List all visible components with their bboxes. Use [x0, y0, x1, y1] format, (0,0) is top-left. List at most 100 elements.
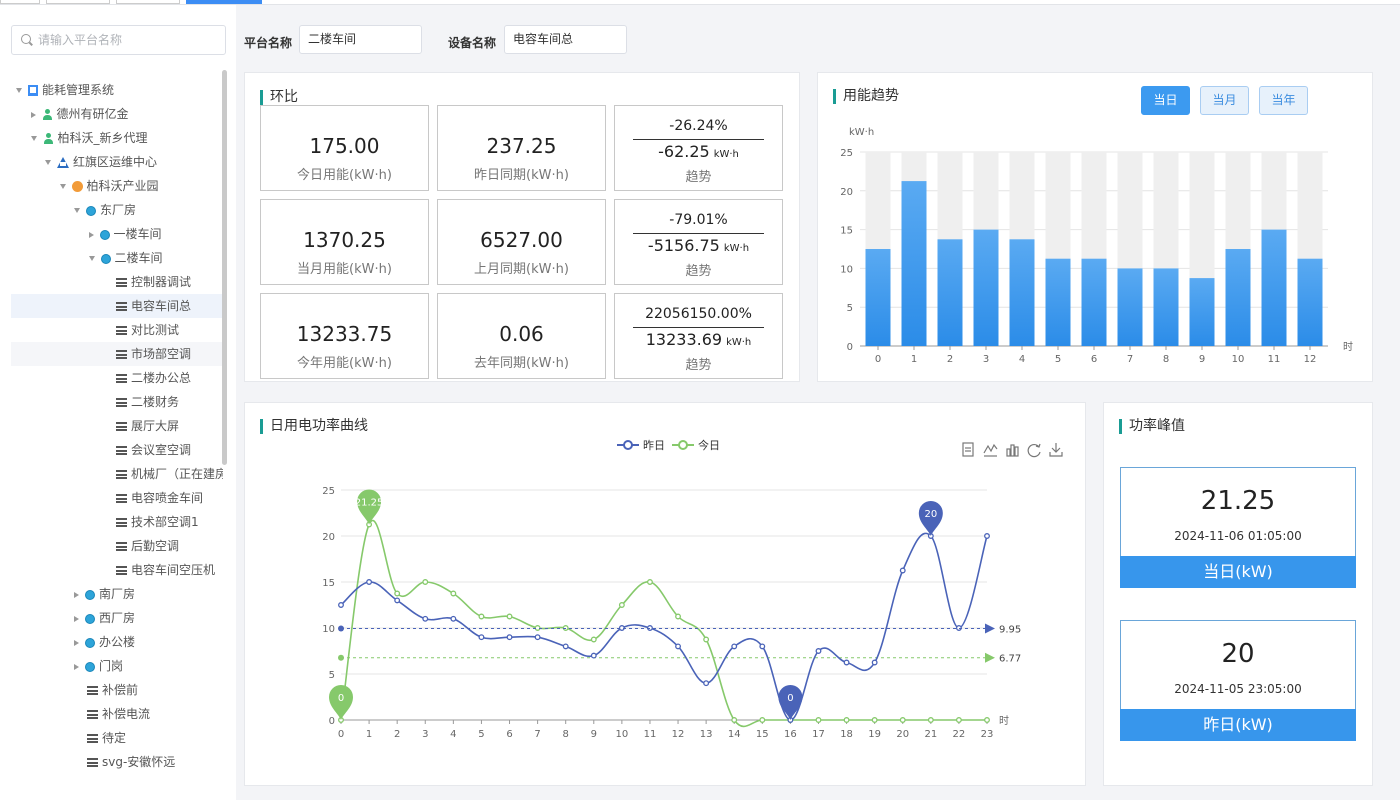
- hb-trend-label: 趋势: [685, 170, 712, 185]
- tree-node[interactable]: 补偿前: [11, 678, 223, 702]
- caret-down-icon[interactable]: [16, 88, 22, 93]
- series-point: [815, 648, 822, 654]
- tree-node[interactable]: 二楼办公总: [11, 366, 223, 390]
- bar: [1189, 278, 1215, 346]
- average-line-label: 9.95: [999, 624, 1021, 635]
- tree-node[interactable]: 展厅大屏: [11, 414, 223, 438]
- bar-x-tick: 8: [1163, 354, 1169, 365]
- park-icon: [71, 181, 83, 192]
- caret-right-icon[interactable]: [74, 615, 79, 622]
- trend-year-button[interactable]: 当年: [1259, 86, 1308, 115]
- caret-right-icon[interactable]: [74, 591, 79, 598]
- tree-node[interactable]: svg-安徽怀远: [11, 750, 223, 774]
- bar: [1297, 258, 1323, 346]
- search-icon: [21, 34, 31, 44]
- platform-search-input[interactable]: [38, 31, 218, 49]
- line-type-icon[interactable]: [983, 443, 998, 457]
- line-x-tick: 14: [728, 729, 741, 740]
- series-point: [366, 579, 373, 585]
- caret-right-icon[interactable]: [88, 231, 94, 238]
- sidebar-scrollbar[interactable]: [222, 70, 227, 465]
- device-icon: [87, 686, 98, 695]
- tree-node[interactable]: 补偿电流: [11, 702, 223, 726]
- bar-type-icon[interactable]: [1006, 444, 1019, 457]
- hb-trend-delta-value: 13233.69: [645, 330, 723, 349]
- data-view-icon[interactable]: [962, 442, 974, 457]
- tree-node[interactable]: 电容车间空压机: [11, 558, 223, 582]
- line-x-tick: 13: [700, 729, 713, 740]
- hb-trend-delta-value: -5156.75: [647, 236, 720, 255]
- device-icon: [116, 350, 127, 359]
- tree-node[interactable]: 西厂房: [11, 606, 223, 630]
- line-x-tick: 5: [478, 729, 484, 740]
- tree-node[interactable]: 对比测试: [11, 318, 223, 342]
- hb-current-label: 今年用能(kW·h): [297, 356, 392, 371]
- tree-node[interactable]: 办公楼: [11, 630, 223, 654]
- tree-node[interactable]: 电容喷金车间: [11, 486, 223, 510]
- series-point: [534, 634, 541, 641]
- restore-icon[interactable]: [1027, 443, 1041, 458]
- tree-node[interactable]: 控制器调试: [11, 270, 223, 294]
- line-x-tick: 20: [896, 729, 909, 740]
- tree-node-label: 办公楼: [99, 635, 136, 649]
- tree-node[interactable]: 市场部空调: [11, 342, 223, 366]
- tree-node[interactable]: 南厂房: [11, 582, 223, 606]
- bar: [1153, 268, 1179, 346]
- trend-day-button[interactable]: 当日: [1141, 86, 1190, 115]
- tree-node[interactable]: 二楼车间: [11, 246, 223, 270]
- device-icon: [116, 494, 127, 503]
- tree-node[interactable]: 机械厂（正在建房: [11, 462, 223, 486]
- tree-node[interactable]: 红旗区运维中心: [11, 150, 223, 174]
- legend-label: 今日: [698, 438, 720, 452]
- caret-down-icon[interactable]: [74, 208, 80, 213]
- hb-trend-delta-value: -62.25: [658, 142, 710, 161]
- pin-label: 0: [338, 693, 344, 704]
- tree-node[interactable]: 二楼财务: [11, 390, 223, 414]
- bar-x-tick: 11: [1268, 354, 1281, 365]
- series-line: [340, 520, 987, 728]
- device-name-label: 设备名称: [448, 36, 497, 50]
- series-point: [506, 634, 513, 641]
- platform-search[interactable]: [11, 25, 226, 55]
- tree-node[interactable]: 待定: [11, 726, 223, 750]
- caret-right-icon[interactable]: [74, 663, 79, 670]
- user-icon: [43, 133, 54, 144]
- series-point: [675, 613, 681, 620]
- tree-node[interactable]: 电容车间总: [11, 294, 223, 318]
- device-icon: [87, 710, 98, 719]
- trend-month-button[interactable]: 当月: [1200, 86, 1249, 115]
- hb-trend-delta: -62.25 kW·h: [615, 142, 782, 161]
- caret-down-icon[interactable]: [59, 184, 66, 189]
- series-point: [478, 613, 485, 620]
- bar-y-tick: 15: [840, 226, 853, 237]
- tree-node[interactable]: 后勤空调: [11, 534, 223, 558]
- caret-right-icon[interactable]: [74, 639, 79, 646]
- tree-node-label: 技术部空调1: [131, 515, 199, 529]
- yesterday-min-pin: 0: [778, 685, 803, 720]
- tree-node[interactable]: 柏科沃_新乡代理: [11, 126, 223, 150]
- series-line: [340, 532, 988, 721]
- tree-node[interactable]: 能耗管理系统: [11, 78, 223, 102]
- tree-node[interactable]: 一楼车间: [11, 222, 223, 246]
- caret-down-icon[interactable]: [88, 256, 95, 261]
- tree-node-label: 市场部空调: [131, 347, 192, 361]
- tree-node-label: 东厂房: [100, 203, 137, 217]
- device-icon: [116, 542, 127, 551]
- tree-node[interactable]: 技术部空调1: [11, 510, 223, 534]
- tree-node[interactable]: 门岗: [11, 654, 223, 678]
- line-y-tick: 25: [322, 486, 335, 497]
- tree-node[interactable]: 柏科沃产业园: [11, 174, 223, 198]
- save-image-icon[interactable]: [1049, 443, 1063, 457]
- tree-node[interactable]: 东厂房: [11, 198, 223, 222]
- device-name-field[interactable]: 电容车间总: [504, 25, 627, 54]
- caret-down-icon[interactable]: [45, 160, 51, 165]
- platform-name-field[interactable]: 二楼车间: [299, 25, 422, 54]
- tree-node[interactable]: 会议室空调: [11, 438, 223, 462]
- hb-trend-label: 趋势: [685, 264, 712, 279]
- caret-right-icon[interactable]: [30, 111, 36, 118]
- line-x-tick: 21: [924, 729, 937, 740]
- tree-node[interactable]: 德州有研亿金: [11, 102, 223, 126]
- series-point: [731, 643, 738, 650]
- today-max-pin: 21.25: [355, 489, 383, 525]
- caret-down-icon[interactable]: [30, 136, 37, 141]
